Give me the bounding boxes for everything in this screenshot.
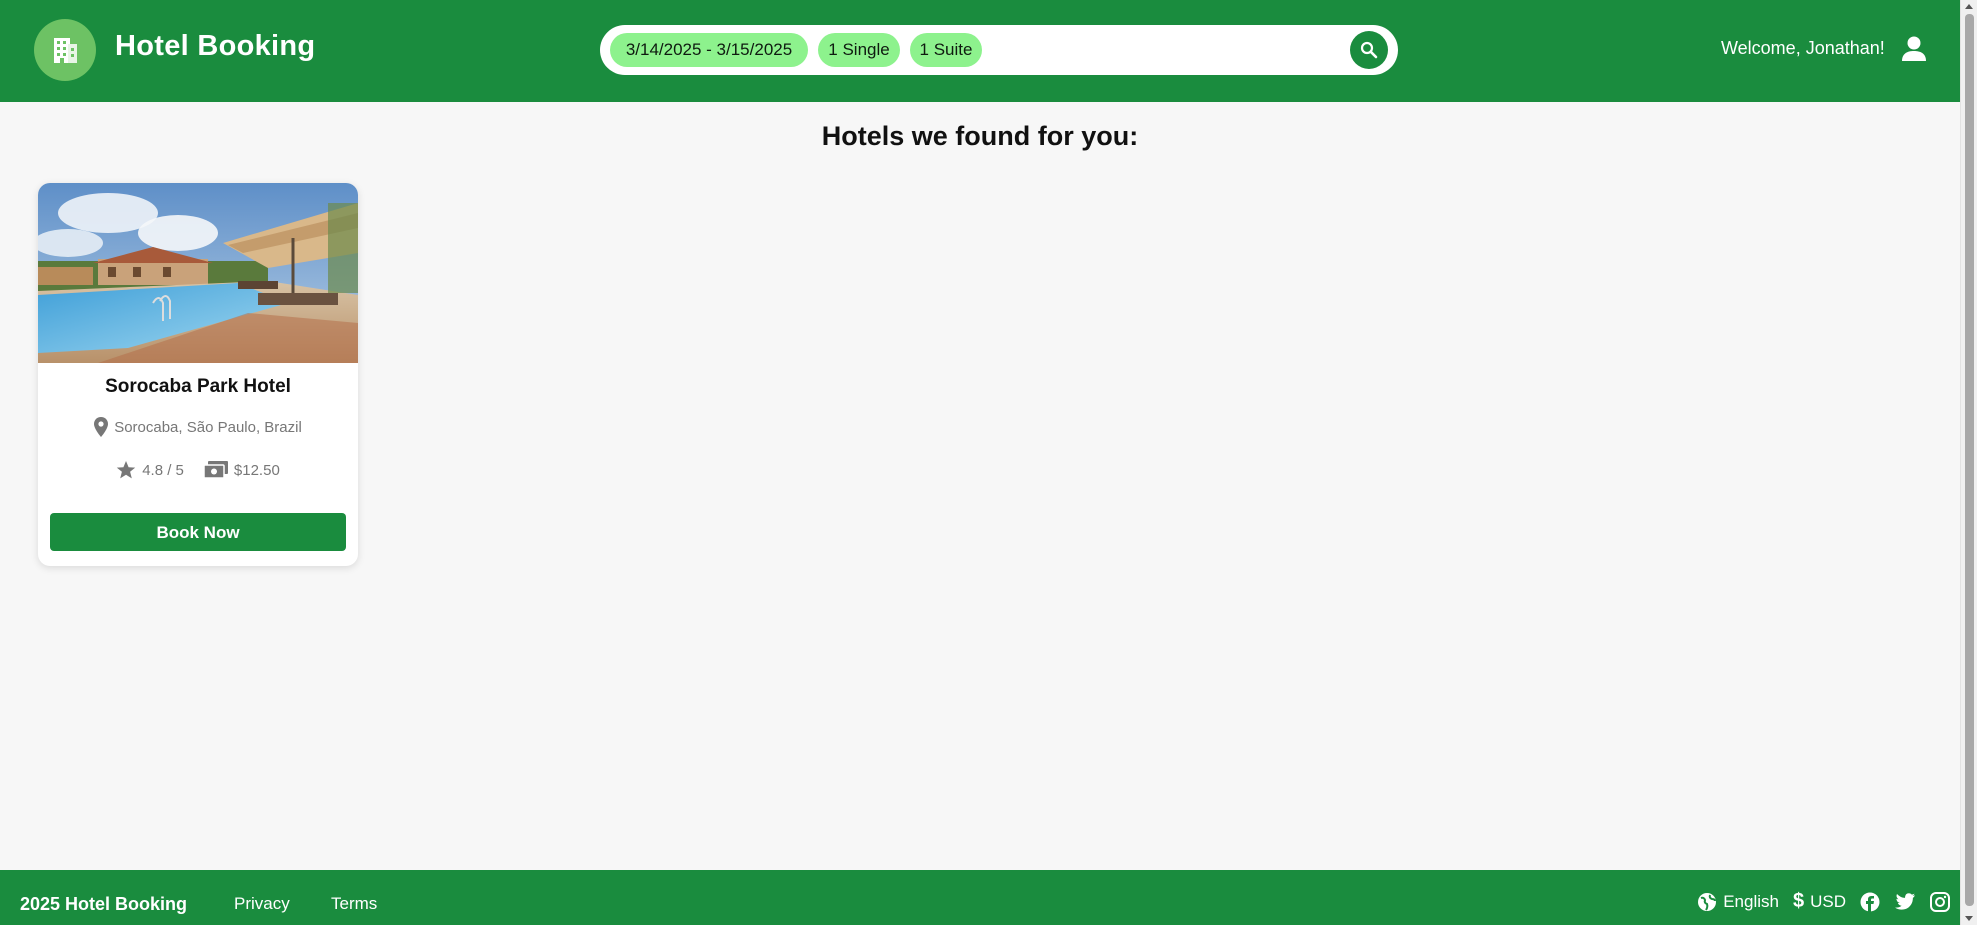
currency-label: USD bbox=[1810, 891, 1846, 911]
results-title: Hotels we found for you: bbox=[821, 121, 1139, 151]
instagram-icon[interactable] bbox=[1930, 891, 1950, 912]
privacy-link[interactable]: Privacy bbox=[234, 894, 290, 914]
rating-text: 4.8 / 5 bbox=[142, 461, 184, 479]
page: Hotel Booking 3/14/2025 - 3/15/2025 1 Si… bbox=[0, 0, 1977, 925]
welcome-text: Welcome, Jonathan! bbox=[1721, 38, 1885, 58]
logo[interactable] bbox=[34, 19, 96, 81]
hotel-meta: 4.8 / 5 $12.50 bbox=[38, 460, 358, 480]
app-title[interactable]: Hotel Booking bbox=[115, 30, 315, 63]
vertical-scrollbar[interactable] bbox=[1960, 0, 1977, 925]
money-icon bbox=[203, 461, 228, 479]
star-icon bbox=[117, 461, 136, 479]
hotel-building-icon bbox=[54, 38, 77, 63]
facebook-icon[interactable] bbox=[1860, 892, 1880, 912]
top-header: Hotel Booking 3/14/2025 - 3/15/2025 1 Si… bbox=[0, 0, 1960, 102]
date-range-chip[interactable]: 3/14/2025 - 3/15/2025 bbox=[610, 33, 808, 67]
footer: 2025 Hotel Booking Privacy Terms English… bbox=[0, 870, 1960, 925]
room-single-chip[interactable]: 1 Single bbox=[818, 33, 900, 67]
search-icon bbox=[1360, 41, 1378, 59]
scroll-down-arrow[interactable] bbox=[1965, 916, 1973, 921]
hotel-location: Sorocaba, São Paulo, Brazil bbox=[38, 417, 358, 437]
search-bar[interactable]: 3/14/2025 - 3/15/2025 1 Single 1 Suite bbox=[600, 25, 1398, 75]
footer-right: English $ USD bbox=[1697, 890, 1950, 913]
price-text: $12.50 bbox=[233, 461, 280, 479]
scroll-up-arrow[interactable] bbox=[1965, 4, 1973, 9]
currency-selector[interactable]: $ USD bbox=[1793, 890, 1846, 913]
globe-icon bbox=[1698, 892, 1717, 911]
language-selector[interactable]: English bbox=[1697, 892, 1779, 912]
hotel-card[interactable]: Sorocaba Park Hotel Sorocaba, São Paulo,… bbox=[38, 183, 358, 566]
search-button[interactable] bbox=[1350, 31, 1388, 69]
user-icon[interactable] bbox=[1898, 33, 1930, 65]
language-label: English bbox=[1723, 891, 1779, 911]
dollar-icon: $ bbox=[1792, 890, 1805, 912]
price: $12.50 bbox=[203, 461, 280, 479]
footer-brand: 2025 Hotel Booking bbox=[20, 894, 188, 914]
scroll-thumb[interactable] bbox=[1965, 14, 1974, 906]
terms-link[interactable]: Terms bbox=[331, 894, 377, 914]
rating: 4.8 / 5 bbox=[116, 460, 184, 480]
hotel-pool-photo bbox=[38, 183, 358, 363]
location-pin-icon bbox=[94, 417, 109, 437]
location-text: Sorocaba, São Paulo, Brazil bbox=[114, 418, 302, 436]
twitter-icon[interactable] bbox=[1894, 892, 1916, 911]
hotel-name[interactable]: Sorocaba Park Hotel bbox=[38, 376, 358, 398]
book-now-button[interactable]: Book Now bbox=[50, 513, 346, 551]
room-suite-chip[interactable]: 1 Suite bbox=[910, 33, 982, 67]
